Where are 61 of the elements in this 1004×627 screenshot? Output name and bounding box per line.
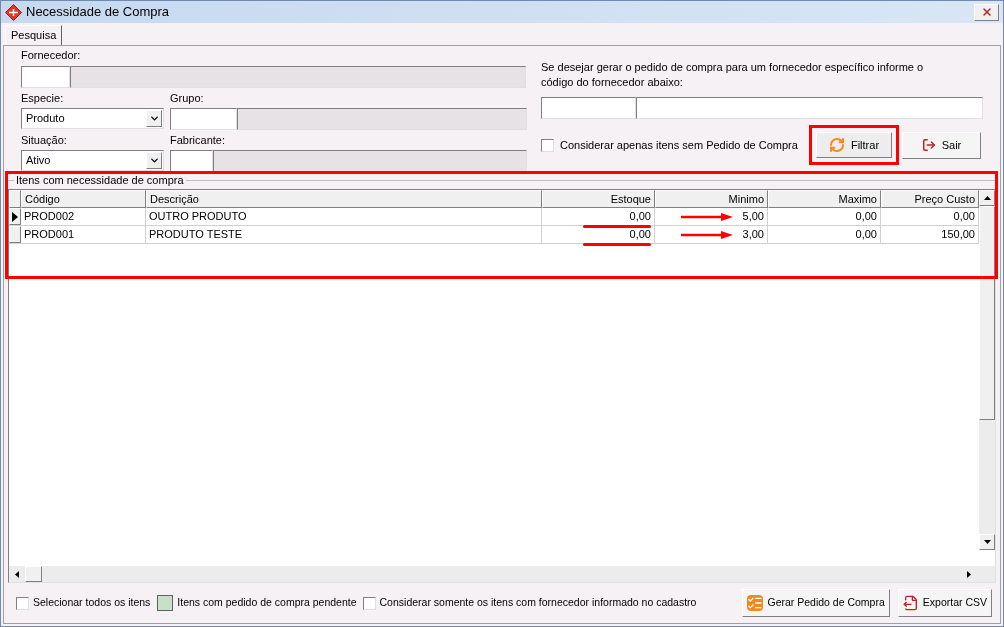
input-field[interactable] xyxy=(541,97,636,119)
input-field[interactable] xyxy=(21,66,70,88)
current-row-icon xyxy=(12,211,18,222)
generate-button[interactable]: Gerar Pedido de Compra xyxy=(742,589,890,617)
scroll-up-icon[interactable] xyxy=(983,196,991,200)
table-cell: 0,00 xyxy=(768,226,881,243)
input-field[interactable] xyxy=(213,150,527,172)
table-cell: 0,00 xyxy=(768,208,881,225)
scroll-left-icon[interactable] xyxy=(15,570,19,578)
field-label: Fabricante: xyxy=(170,133,227,148)
column-header[interactable]: Código xyxy=(21,190,146,208)
annotation-underline xyxy=(583,243,651,246)
field-label: Especie: xyxy=(21,91,65,106)
legend-swatch xyxy=(157,595,174,611)
export-button[interactable]: Exportar CSV xyxy=(897,589,992,617)
supplier-hint-text: Se desejar gerar o pedido de compra para um fornecedor específico informe o código do fornecedor abaixo: xyxy=(541,60,925,90)
column-header[interactable]: Estoque xyxy=(542,190,655,208)
input-field[interactable] xyxy=(170,150,213,172)
dropdown[interactable]: Produto xyxy=(21,108,164,129)
table-cell: OUTRO PRODUTO xyxy=(146,208,542,225)
refresh-icon xyxy=(828,137,845,153)
filter-button[interactable]: Filtrar xyxy=(816,132,892,158)
checklist-icon xyxy=(747,595,764,611)
input-field[interactable] xyxy=(636,97,983,119)
field-label: Situação: xyxy=(21,133,68,148)
table-cell: PROD002 xyxy=(21,208,146,225)
tab[interactable]: Pesquisa xyxy=(5,25,63,45)
scroll-right-icon[interactable] xyxy=(967,570,971,578)
vertical-scrollbar[interactable] xyxy=(979,190,995,550)
checkbox-label: Selecionar todos os itens xyxy=(33,595,151,611)
window-title: Necessidade de Compra xyxy=(26,3,170,22)
column-header[interactable]: Minimo xyxy=(655,190,768,208)
exit-button[interactable]: Sair xyxy=(902,131,981,159)
close-button[interactable] xyxy=(974,3,999,21)
column-header[interactable]: Preço Custo xyxy=(881,190,979,208)
input-field[interactable] xyxy=(170,108,237,130)
table-cell: PROD001 xyxy=(21,226,146,243)
input-field[interactable] xyxy=(237,108,527,130)
exit-door-icon xyxy=(921,138,936,152)
field-label: Grupo: xyxy=(170,91,205,106)
dropdown[interactable]: Ativo xyxy=(21,150,164,171)
checkbox-label: Considerar apenas itens sem Pedido de Compra xyxy=(560,137,798,153)
column-header[interactable]: Maximo xyxy=(768,190,881,208)
checkbox-label: Considerar somente os itens com fornecedor informado no cadastro xyxy=(379,595,697,611)
table-cell: PRODUTO TESTE xyxy=(146,226,542,243)
file-export-icon xyxy=(902,595,919,611)
checkbox[interactable] xyxy=(362,596,376,610)
row-indicator[interactable] xyxy=(9,208,21,225)
column-header[interactable]: Descrição xyxy=(146,190,542,208)
checkbox[interactable] xyxy=(541,138,554,152)
input-field[interactable] xyxy=(70,66,526,88)
scroll-down-icon[interactable] xyxy=(983,540,991,544)
horizontal-scrollbar[interactable] xyxy=(9,566,995,582)
legend-label: Itens com pedido de compra pendente xyxy=(177,595,357,611)
scrollbar-thumb[interactable] xyxy=(25,566,42,582)
app-logo-icon xyxy=(5,3,22,21)
field-label: Fornecedor: xyxy=(21,48,82,63)
scrollbar-thumb[interactable] xyxy=(979,206,995,420)
close-icon xyxy=(980,6,993,18)
checkbox[interactable] xyxy=(16,596,29,610)
annotation-underline xyxy=(583,225,651,228)
